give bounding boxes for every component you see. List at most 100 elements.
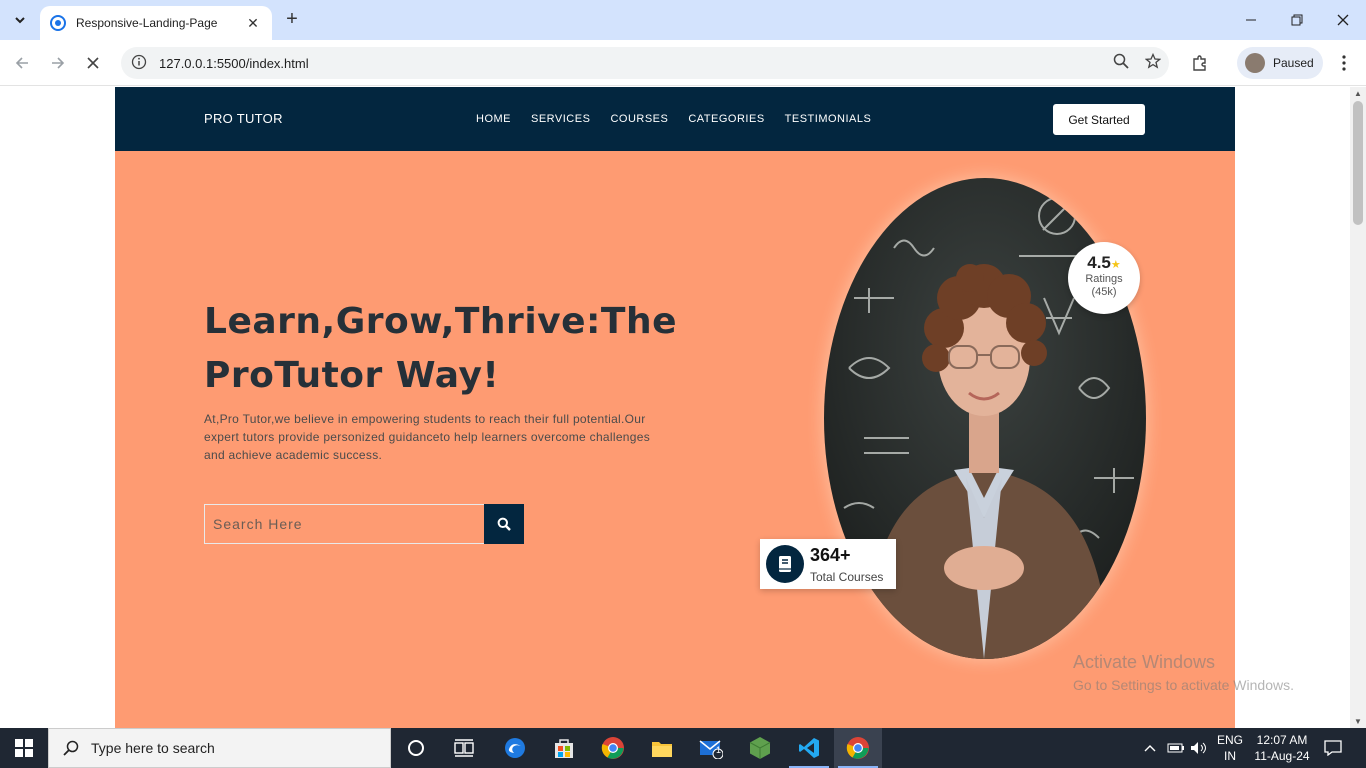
watermark-title: Activate Windows: [1073, 652, 1216, 672]
star-icon: ★: [1110, 259, 1121, 271]
close-icon: [1337, 14, 1349, 26]
hero-headline: Learn,Grow,Thrive:The ProTutor Way!: [204, 301, 678, 396]
site-info-icon[interactable]: [123, 54, 155, 73]
taskbar-search-box[interactable]: Type here to search: [48, 728, 391, 768]
extensions-button[interactable]: [1186, 49, 1214, 77]
volume-button[interactable]: [1190, 728, 1208, 768]
site-logo[interactable]: PRO TUTOR: [204, 111, 283, 126]
chrome-menu-button[interactable]: [1330, 49, 1358, 77]
cortana-button[interactable]: [392, 728, 440, 768]
site-navbar: PRO TUTOR HOME SERVICES COURSES CATEGORI…: [115, 87, 1235, 151]
profile-button[interactable]: Paused: [1237, 47, 1323, 79]
notifications-button[interactable]: [1324, 728, 1342, 768]
scroll-down-arrow-icon[interactable]: ▼: [1350, 717, 1366, 726]
hero-description: At,Pro Tutor,we believe in empowering st…: [204, 412, 651, 462]
landing-page: PRO TUTOR HOME SERVICES COURSES CATEGORI…: [115, 87, 1235, 728]
rating-badge: 4.5★ Ratings (45k): [1068, 242, 1140, 314]
chrome-app-active[interactable]: [834, 728, 882, 768]
rating-count: (45k): [1091, 286, 1117, 298]
edge-app[interactable]: [491, 728, 539, 768]
task-view-icon: [454, 739, 474, 757]
search-input[interactable]: [204, 504, 485, 544]
close-window-button[interactable]: [1320, 0, 1366, 40]
search-icon: [63, 740, 79, 756]
store-bag-icon: [555, 739, 573, 758]
node-app[interactable]: [736, 728, 784, 768]
profile-status: Paused: [1273, 56, 1314, 70]
edge-icon: [505, 738, 525, 758]
chrome-icon: [601, 737, 624, 759]
nav-testimonials[interactable]: TESTIMONIALS: [785, 113, 872, 125]
stop-loading-button[interactable]: [79, 49, 107, 77]
show-hidden-icons-button[interactable]: [1143, 728, 1157, 768]
nav-categories[interactable]: CATEGORIES: [688, 113, 764, 125]
mail-app[interactable]: 1: [687, 728, 735, 768]
search-icon: [497, 517, 511, 531]
scroll-up-arrow-icon[interactable]: ▲: [1350, 89, 1366, 98]
page-scrollbar[interactable]: ▲ ▼: [1350, 87, 1366, 728]
courses-badge: 364+ Total Courses: [760, 539, 896, 589]
battery-button[interactable]: [1167, 728, 1185, 768]
browser-tab[interactable]: Responsive-Landing-Page ✕: [40, 6, 272, 40]
tab-strip: Responsive-Landing-Page ✕ +: [0, 0, 1366, 40]
minimize-button[interactable]: [1228, 0, 1274, 40]
tab-search-button[interactable]: [6, 7, 34, 33]
windows-logo-icon: [15, 739, 33, 757]
back-arrow-icon: [15, 57, 28, 69]
windows-taskbar: Type here to search 1 ENG IN 12:07 AM 11…: [0, 728, 1366, 768]
nav-services[interactable]: SERVICES: [531, 113, 590, 125]
language-code: ENG: [1216, 733, 1243, 747]
clock-date: 11-Aug-24: [1254, 749, 1310, 763]
rating-label: Ratings: [1085, 273, 1123, 285]
chrome-app[interactable]: [589, 728, 637, 768]
speaker-icon: [1191, 742, 1206, 754]
chrome-icon: [846, 737, 869, 759]
file-explorer-app[interactable]: [638, 728, 686, 768]
mail-badge: 1: [716, 745, 722, 755]
folder-icon: [652, 742, 672, 757]
clock-time: 12:07 AM: [1256, 733, 1308, 747]
url-text[interactable]: 127.0.0.1:5500/index.html: [159, 56, 1105, 71]
nav-menu: HOME SERVICES COURSES CATEGORIES TESTIMO…: [476, 113, 871, 125]
puzzle-icon: [1193, 55, 1206, 71]
zoom-icon[interactable]: [1105, 53, 1137, 73]
bookmark-star-icon[interactable]: [1137, 52, 1169, 73]
back-button[interactable]: [8, 49, 36, 77]
address-bar[interactable]: 127.0.0.1:5500/index.html: [121, 47, 1169, 79]
nav-courses[interactable]: COURSES: [610, 113, 668, 125]
cortana-circle-icon: [408, 740, 424, 756]
book-icon: [766, 545, 804, 583]
get-started-button[interactable]: Get Started: [1053, 104, 1145, 135]
page-viewport: PRO TUTOR HOME SERVICES COURSES CATEGORI…: [0, 87, 1350, 728]
vscode-app[interactable]: [785, 728, 833, 768]
site-favicon-icon: [50, 15, 66, 31]
kebab-menu-icon: [1342, 55, 1346, 71]
avatar: [1245, 53, 1265, 73]
chevron-down-icon: [15, 17, 25, 24]
microsoft-store-app[interactable]: [540, 728, 588, 768]
new-tab-button[interactable]: +: [281, 9, 303, 31]
tab-title: Responsive-Landing-Page: [76, 16, 218, 30]
forward-button[interactable]: [44, 49, 72, 77]
start-button[interactable]: [0, 728, 48, 768]
stop-icon: [87, 57, 99, 69]
hexagon-cube-icon: [749, 737, 771, 759]
nav-home[interactable]: HOME: [476, 113, 511, 125]
taskbar-search-text: Type here to search: [91, 740, 215, 756]
taskbar-clock[interactable]: 12:07 AM 11-Aug-24: [1246, 732, 1318, 764]
courses-label: Total Courses: [810, 570, 884, 584]
language-indicator[interactable]: ENG IN: [1213, 732, 1247, 764]
forward-arrow-icon: [52, 57, 65, 69]
minimize-icon: [1246, 19, 1256, 21]
restore-button[interactable]: [1274, 0, 1320, 40]
battery-icon: [1167, 743, 1184, 753]
scrollbar-thumb[interactable]: [1353, 101, 1363, 225]
search-button[interactable]: [484, 504, 524, 544]
chevron-up-icon: [1144, 745, 1156, 752]
rating-value: 4.5: [1087, 253, 1111, 272]
task-view-button[interactable]: [440, 728, 488, 768]
language-region: IN: [1224, 749, 1236, 763]
close-tab-icon[interactable]: ✕: [244, 15, 262, 32]
restore-icon: [1291, 14, 1303, 26]
activate-windows-watermark: Activate Windows Go to Settings to activ…: [1073, 652, 1294, 693]
